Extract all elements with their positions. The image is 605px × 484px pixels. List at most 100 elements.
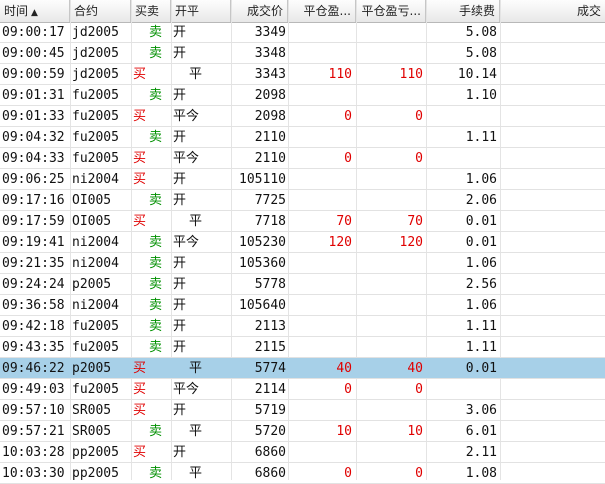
cell-offset: 开 xyxy=(173,172,187,187)
table-row[interactable]: 09:00:45 jd2005 卖开 3348 5.08 xyxy=(0,43,605,64)
table-row[interactable]: 09:01:33 fu2005 买 平今 2098 0 0 xyxy=(0,106,605,127)
header-close-profit[interactable]: 平仓盈... xyxy=(288,0,356,22)
cell-offset: 平今 xyxy=(173,151,200,166)
table-row[interactable]: 09:17:16 OI005 卖开 7725 2.06 xyxy=(0,190,605,211)
cell-price: 3343 xyxy=(254,67,286,82)
cell-time: 09:19:41 xyxy=(2,235,65,250)
cell-price: 5778 xyxy=(254,277,286,292)
header-contract[interactable]: 合约 xyxy=(70,0,131,22)
cell-offset: 平 xyxy=(189,67,203,82)
cell-close-profit: 40 xyxy=(336,361,352,376)
cell-offset: 开 xyxy=(173,88,187,103)
table-row[interactable]: 09:01:31 fu2005 卖开 2098 1.10 xyxy=(0,85,605,106)
table-row[interactable]: 09:21:35 ni2004 卖开 105360 1.06 xyxy=(0,253,605,274)
cell-close-profit xyxy=(288,22,352,43)
cell-fee: 1.11 xyxy=(465,319,497,334)
cell-contract: ni2004 xyxy=(72,298,119,313)
cell-contract: pp2005 xyxy=(72,466,119,481)
table-row[interactable]: 09:46:22 p2005 买 平 5774 40 40 0.01 xyxy=(0,358,605,379)
header-volume[interactable]: 成交 xyxy=(500,0,605,22)
cell-offset: 开 xyxy=(173,319,187,334)
cell-fee: 5.08 xyxy=(465,25,497,40)
cell-close-pnl xyxy=(356,43,423,64)
table-row[interactable]: 09:00:59 jd2005 买 平 3343 110 110 10.14 xyxy=(0,64,605,85)
cell-contract: fu2005 xyxy=(72,151,119,166)
cell-close-profit xyxy=(288,400,352,421)
cell-time: 10:03:28 xyxy=(2,445,65,460)
header-time[interactable]: 时间 ▲ xyxy=(0,0,70,22)
trade-records-grid: 时间 ▲ 合约 买卖 开平 成交价 平仓盈... 平仓盈亏... 手续费 成交 0… xyxy=(0,0,605,484)
cell-close-pnl xyxy=(356,190,423,211)
cell-close-pnl xyxy=(356,400,423,421)
cell-price: 2113 xyxy=(254,319,286,334)
grid-body: 09:00:17 jd2005 卖开 3349 5.08 09:00:45 jd2005 卖开… xyxy=(0,22,605,484)
cell-price: 6860 xyxy=(254,466,286,481)
cell-contract: pp2005 xyxy=(72,445,119,460)
table-row[interactable]: 09:00:17 jd2005 卖开 3349 5.08 xyxy=(0,22,605,43)
table-row[interactable]: 09:36:58 ni2004 卖开 105640 1.06 xyxy=(0,295,605,316)
table-row[interactable]: 09:19:41 ni2004 卖平今 105230 120 120 0.01 xyxy=(0,232,605,253)
cell-close-pnl: 0 xyxy=(415,151,423,166)
cell-direction: 买 xyxy=(133,445,147,460)
cell-time: 09:24:24 xyxy=(2,277,65,292)
cell-time: 09:57:21 xyxy=(2,424,65,439)
cell-price: 5720 xyxy=(254,424,286,439)
header-price[interactable]: 成交价 xyxy=(231,0,288,22)
cell-close-profit xyxy=(288,169,352,190)
cell-time: 09:17:59 xyxy=(2,214,65,229)
cell-direction: 买 xyxy=(133,382,147,397)
cell-offset: 开 xyxy=(173,445,187,460)
cell-offset: 开 xyxy=(173,256,187,271)
table-row[interactable]: 09:24:24 p2005 卖开 5778 2.56 xyxy=(0,274,605,295)
header-fee[interactable]: 手续费 xyxy=(426,0,500,22)
cell-price: 2115 xyxy=(254,340,286,355)
header-direction[interactable]: 买卖 xyxy=(131,0,171,22)
cell-price: 2114 xyxy=(254,382,286,397)
table-row[interactable]: 10:03:30 pp2005 卖 平 6860 0 0 1.08 xyxy=(0,463,605,484)
cell-fee: 0.01 xyxy=(465,214,497,229)
cell-direction: 买 xyxy=(133,361,147,376)
cell-time: 09:00:45 xyxy=(2,46,65,61)
cell-close-profit xyxy=(288,274,352,295)
cell-contract: ni2004 xyxy=(72,235,119,250)
cell-close-profit: 0 xyxy=(344,382,352,397)
table-row[interactable]: 09:42:18 fu2005 卖开 2113 1.11 xyxy=(0,316,605,337)
cell-close-profit xyxy=(288,190,352,211)
table-row[interactable]: 09:06:25 ni2004 买 开 105110 1.06 xyxy=(0,169,605,190)
cell-fee: 1.06 xyxy=(465,172,497,187)
table-row[interactable]: 09:04:33 fu2005 买 平今 2110 0 0 xyxy=(0,148,605,169)
cell-contract: SR005 xyxy=(72,424,112,439)
table-row[interactable]: 09:04:32 fu2005 卖开 2110 1.11 xyxy=(0,127,605,148)
cell-time: 09:57:10 xyxy=(2,403,65,418)
table-row[interactable]: 10:03:28 pp2005 买 开 6860 2.11 xyxy=(0,442,605,463)
cell-time: 09:36:58 xyxy=(2,298,65,313)
header-offset[interactable]: 开平 xyxy=(171,0,231,22)
cell-close-profit xyxy=(288,295,352,316)
cell-offset: 开 xyxy=(173,277,187,292)
cell-contract: p2005 xyxy=(72,277,112,292)
header-close-pnl[interactable]: 平仓盈亏... xyxy=(356,0,426,22)
cell-close-profit: 0 xyxy=(344,151,352,166)
cell-close-pnl xyxy=(356,316,423,337)
cell-close-profit xyxy=(288,43,352,64)
table-row[interactable]: 09:57:21 SR005 卖 平 5720 10 10 6.01 xyxy=(0,421,605,442)
table-row[interactable]: 09:17:59 OI005 买 平 7718 70 70 0.01 xyxy=(0,211,605,232)
cell-contract: jd2005 xyxy=(72,67,119,82)
cell-close-pnl: 110 xyxy=(399,67,423,82)
cell-offset: 开 xyxy=(173,25,187,40)
cell-price: 3348 xyxy=(254,46,286,61)
cell-direction: 买 xyxy=(133,67,147,82)
table-row[interactable]: 09:43:35 fu2005 卖开 2115 1.11 xyxy=(0,337,605,358)
cell-close-pnl: 0 xyxy=(415,382,423,397)
cell-time: 09:04:32 xyxy=(2,130,65,145)
cell-direction: 买 xyxy=(133,214,147,229)
table-row[interactable]: 09:57:10 SR005 买 开 5719 3.06 xyxy=(0,400,605,421)
cell-direction: 卖 xyxy=(149,466,163,481)
cell-close-pnl xyxy=(356,85,423,106)
cell-contract: fu2005 xyxy=(72,109,119,124)
cell-fee: 2.11 xyxy=(465,445,497,460)
cell-fee: 6.01 xyxy=(465,424,497,439)
cell-contract: fu2005 xyxy=(72,88,119,103)
cell-fee: 10.14 xyxy=(457,67,497,82)
table-row[interactable]: 09:49:03 fu2005 买 平今 2114 0 0 xyxy=(0,379,605,400)
